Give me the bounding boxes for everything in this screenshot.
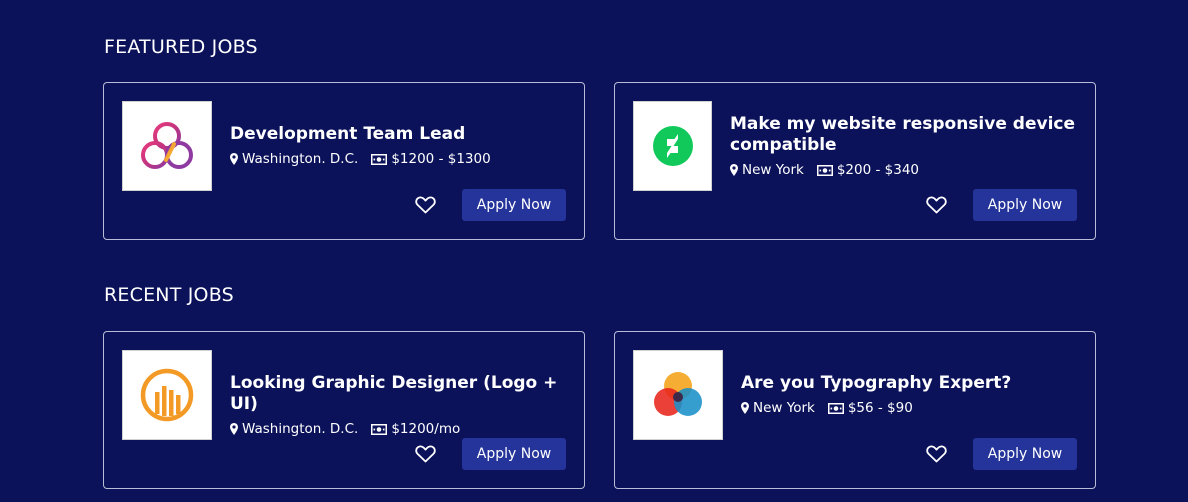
location-text: New York bbox=[742, 162, 804, 178]
salary-text: $1200 - $1300 bbox=[391, 151, 491, 167]
job-meta: New York $56 - $90 bbox=[741, 400, 1079, 416]
orange-bars-circle-logo-icon bbox=[140, 368, 194, 422]
heart-icon[interactable] bbox=[413, 193, 437, 217]
job-salary: $200 - $340 bbox=[816, 162, 919, 178]
job-location: Washington. D.C. bbox=[230, 151, 358, 167]
featured-jobs-heading: FEATURED JOBS bbox=[104, 36, 258, 58]
company-logo bbox=[122, 101, 212, 191]
company-logo bbox=[122, 350, 212, 440]
map-pin-icon bbox=[230, 423, 238, 435]
overlapping-circles-logo-icon bbox=[654, 372, 702, 416]
trefoil-rings-logo-icon bbox=[141, 122, 193, 169]
map-pin-icon bbox=[730, 164, 738, 176]
salary-text: $1200/mo bbox=[391, 421, 461, 437]
job-salary: $1200 - $1300 bbox=[371, 151, 491, 167]
heart-icon[interactable] bbox=[924, 442, 948, 466]
company-logo bbox=[633, 350, 723, 440]
heart-icon[interactable] bbox=[924, 193, 948, 217]
map-pin-icon bbox=[741, 402, 749, 414]
location-text: Washington. D.C. bbox=[242, 151, 359, 167]
job-title[interactable]: Development Team Lead bbox=[230, 124, 568, 145]
map-pin-icon bbox=[230, 153, 238, 165]
location-text: New York bbox=[753, 400, 815, 416]
job-card-development-team-lead[interactable]: Development Team Lead Washington. D.C. $… bbox=[103, 82, 585, 240]
card-actions: Apply Now bbox=[413, 438, 566, 470]
job-salary: $1200/mo bbox=[371, 421, 460, 437]
salary-text: $56 - $90 bbox=[847, 400, 913, 416]
location-text: Washington. D.C. bbox=[242, 421, 359, 437]
job-meta: New York $200 - $340 bbox=[730, 162, 1079, 178]
job-location: New York bbox=[730, 162, 804, 178]
job-salary: $56 - $90 bbox=[827, 400, 913, 416]
job-title[interactable]: Are you Typography Expert? bbox=[741, 373, 1079, 394]
job-meta: Washington. D.C. $1200/mo bbox=[230, 421, 568, 437]
job-title[interactable]: Make my website responsive device compat… bbox=[730, 114, 1079, 156]
card-actions: Apply Now bbox=[924, 438, 1077, 470]
apply-now-button[interactable]: Apply Now bbox=[462, 438, 566, 470]
recent-jobs-heading: RECENT JOBS bbox=[104, 284, 234, 306]
money-bill-icon bbox=[371, 153, 388, 165]
money-bill-icon bbox=[816, 164, 833, 176]
card-actions: Apply Now bbox=[413, 189, 566, 221]
job-location: New York bbox=[741, 400, 815, 416]
job-title[interactable]: Looking Graphic Designer (Logo + UI) bbox=[230, 373, 568, 415]
job-card-typography-expert[interactable]: Are you Typography Expert? New York $56 … bbox=[614, 331, 1096, 489]
apply-now-button[interactable]: Apply Now bbox=[973, 189, 1077, 221]
salary-text: $200 - $340 bbox=[836, 162, 919, 178]
deviantart-green-logo-icon bbox=[652, 126, 693, 166]
money-bill-icon bbox=[371, 423, 388, 435]
job-card-graphic-designer[interactable]: Looking Graphic Designer (Logo + UI) Was… bbox=[103, 331, 585, 489]
job-card-responsive-website[interactable]: Make my website responsive device compat… bbox=[614, 82, 1096, 240]
money-bill-icon bbox=[827, 402, 844, 414]
company-logo bbox=[633, 101, 712, 191]
card-actions: Apply Now bbox=[924, 189, 1077, 221]
apply-now-button[interactable]: Apply Now bbox=[462, 189, 566, 221]
job-location: Washington. D.C. bbox=[230, 421, 358, 437]
apply-now-button[interactable]: Apply Now bbox=[973, 438, 1077, 470]
heart-icon[interactable] bbox=[413, 442, 437, 466]
job-meta: Washington. D.C. $1200 - $1300 bbox=[230, 151, 568, 167]
